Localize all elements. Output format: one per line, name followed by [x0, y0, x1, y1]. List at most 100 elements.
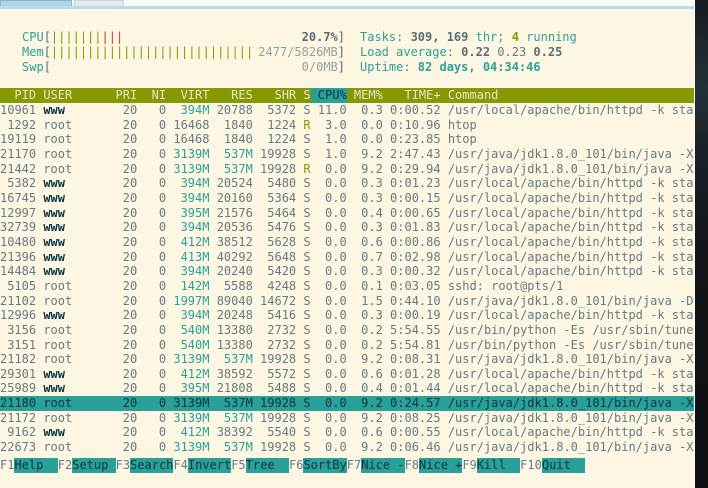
cell-shr: 5540 [253, 425, 296, 440]
process-row[interactable]: 14484www200394M202405420S0.00.30:00.32/u… [0, 264, 694, 279]
column-header-user[interactable]: USER [36, 88, 108, 103]
cell-state: S [296, 440, 310, 455]
cell-cpu: 0.0 [311, 264, 347, 279]
process-row[interactable]: 21182root2003139M537M19928S0.09.20:08.31… [0, 352, 694, 367]
process-row[interactable]: 10480www200412M385125628S0.00.60:00.86/u… [0, 235, 694, 250]
swap-meter-label: Swp [22, 60, 44, 75]
fkey-f2[interactable]: F2Setup [58, 458, 116, 473]
cell-shr: 14672 [253, 294, 296, 309]
cell-pri: 20 [108, 191, 137, 206]
process-row[interactable]: 19119root2001646818401224S1.00.00:23.85h… [0, 132, 694, 147]
cell-shr: 5628 [253, 235, 296, 250]
fkey-f8[interactable]: F8Nice + [405, 458, 463, 473]
cell-time: 0:00.32 [383, 264, 441, 279]
cell-virt: 394M [166, 264, 209, 279]
fkey-f10[interactable]: F10Quit [520, 458, 585, 473]
process-row[interactable]: 5105root200142M55884248S0.00.10:03.05ssh… [0, 279, 694, 294]
cell-res: 38592 [209, 367, 252, 382]
column-header-pri[interactable]: PRI [108, 88, 137, 103]
process-row[interactable]: 21442root2003139M537M19928R0.09.20:29.94… [0, 162, 694, 177]
cell-user: www [36, 308, 108, 323]
process-row[interactable]: 1292root2001646818401224R3.00.00:10.96ht… [0, 118, 694, 133]
cell-ni: 0 [137, 206, 166, 221]
process-row[interactable]: 21102root2001997M8904014672S0.01.50:44.1… [0, 294, 694, 309]
process-row[interactable]: 9162www200412M383925540S0.00.60:00.55/us… [0, 425, 694, 440]
cell-res: 21576 [209, 206, 252, 221]
cell-ni: 0 [137, 118, 166, 133]
cell-ni: 0 [137, 191, 166, 206]
cpu-meter-bars: |||||||||| [51, 30, 123, 45]
process-row[interactable]: 29301www200412M385925572S0.00.60:01.28/u… [0, 367, 694, 382]
tasks-total: 309, [411, 30, 447, 44]
cell-res: 13380 [209, 338, 252, 353]
column-header-shr[interactable]: SHR [253, 88, 296, 103]
cell-time: 0:00.65 [383, 206, 441, 221]
process-row[interactable]: 3156root200540M133802732S0.00.25:54.55/u… [0, 323, 694, 338]
cell-state: R [296, 162, 310, 177]
cell-state: S [296, 235, 310, 250]
column-header-res[interactable]: RES [209, 88, 252, 103]
cell-user: root [36, 323, 108, 338]
swap-meter-open-bracket: [ [44, 60, 51, 75]
cell-user: root [36, 352, 108, 367]
cell-pid: 12997 [0, 206, 36, 221]
process-row[interactable]: 25989www200395M218085488S0.00.40:01.44/u… [0, 381, 694, 396]
process-row[interactable]: 22673root2003139M537M19928S0.09.20:06.46… [0, 440, 694, 455]
fkey-number: F4 [173, 458, 187, 473]
fkey-f5[interactable]: F5Tree [231, 458, 289, 473]
cell-virt: 394M [166, 220, 209, 235]
fkey-f3[interactable]: F3Search [116, 458, 174, 473]
cell-command: /usr/local/apache/bin/httpd -k star [441, 191, 694, 206]
column-header-time[interactable]: TIME+ [383, 88, 441, 103]
tasks-line: Tasks: 309, 169 thr; 4 running [360, 30, 577, 45]
column-header-command[interactable]: Command [441, 88, 694, 103]
cell-user: www [36, 206, 108, 221]
process-row-selected[interactable]: 21180root2003139M537M19928S0.09.20:24.57… [0, 396, 694, 411]
column-header-pid[interactable]: PID [0, 88, 36, 103]
process-row[interactable]: 32739www200394M205365476S0.00.30:01.83/u… [0, 220, 694, 235]
column-header-mem[interactable]: MEM% [347, 88, 383, 103]
cell-time: 0:00.19 [383, 308, 441, 323]
process-row[interactable]: 21172root2003139M537M19928S0.09.20:08.25… [0, 411, 694, 426]
cell-user: www [36, 250, 108, 265]
load-5min: 0.23 [497, 45, 533, 59]
cell-state: S [296, 279, 310, 294]
fkey-f1[interactable]: F1Help [0, 458, 58, 473]
process-table: 10961www200394M207885372S11.00.30:00.52/… [0, 103, 694, 455]
cell-command: /usr/local/apache/bin/httpd -k star [441, 103, 694, 118]
process-row[interactable]: 3151root200540M133802732S0.00.25:54.81/u… [0, 338, 694, 353]
fkey-f9[interactable]: F9Kill [462, 458, 520, 473]
process-row[interactable]: 12996www200394M202485416S0.00.30:00.19/u… [0, 308, 694, 323]
cell-pri: 20 [108, 220, 137, 235]
cell-pri: 20 [108, 367, 137, 382]
process-row[interactable]: 10961www200394M207885372S11.00.30:00.52/… [0, 103, 694, 118]
column-header-ni[interactable]: NI [137, 88, 166, 103]
cell-shr: 19928 [253, 411, 296, 426]
cell-command: /usr/local/apache/bin/httpd -k star [441, 381, 694, 396]
cell-pri: 20 [108, 411, 137, 426]
fkey-label: Invert [188, 458, 231, 473]
process-row[interactable]: 16745www200394M201605364S0.00.30:00.15/u… [0, 191, 694, 206]
cell-mem: 0.6 [347, 367, 383, 382]
fkey-f6[interactable]: F6SortBy [289, 458, 347, 473]
fkey-f4[interactable]: F4Invert [173, 458, 231, 473]
process-row[interactable]: 5382www200394M205245480S0.00.30:01.23/us… [0, 176, 694, 191]
cell-command: htop [441, 132, 694, 147]
cell-virt: 3139M [166, 162, 209, 177]
cell-time: 0:01.44 [383, 381, 441, 396]
fkey-number: F6 [289, 458, 303, 473]
mem-meter-bars: |||||||||||||||||||||||||||| [51, 45, 253, 60]
cell-pid: 5105 [0, 279, 36, 294]
column-header-virt[interactable]: VIRT [166, 88, 209, 103]
cell-virt: 412M [166, 367, 209, 382]
process-row[interactable]: 12997www200395M215765464S0.00.40:00.65/u… [0, 206, 694, 221]
process-row[interactable]: 21396www200413M402925648S0.00.70:02.98/u… [0, 250, 694, 265]
fkey-label: Search [130, 458, 173, 473]
cell-res: 1840 [209, 132, 252, 147]
column-header-state[interactable]: S [296, 88, 310, 103]
fkey-f7[interactable]: F7Nice - [347, 458, 405, 473]
cell-pri: 20 [108, 264, 137, 279]
process-row[interactable]: 21170root2003139M537M19928S1.09.22:47.43… [0, 147, 694, 162]
cell-ni: 0 [137, 103, 166, 118]
column-header-cpu[interactable]: CPU% [311, 88, 347, 103]
